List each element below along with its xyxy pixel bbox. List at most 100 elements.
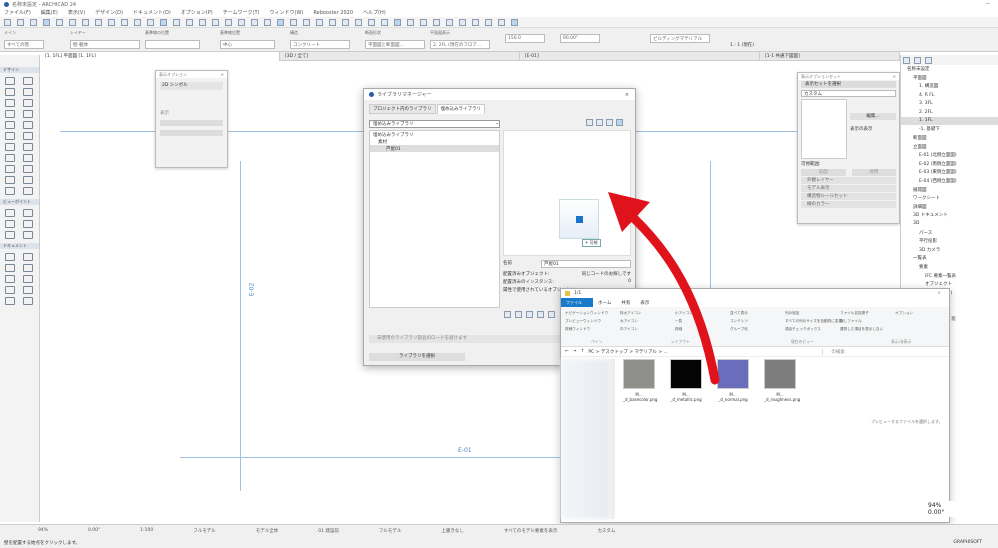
infobox-control[interactable]: 2. 2FL (現在のフロア…	[430, 40, 490, 49]
navigator-item[interactable]: 断面図	[901, 134, 998, 143]
close-icon[interactable]: ×	[625, 92, 629, 98]
tab-embedded-library[interactable]: 埋め込みライブラリ	[436, 104, 485, 114]
tool-icon[interactable]	[23, 297, 33, 305]
navigator-item[interactable]: IFC 要素一覧表	[901, 271, 998, 280]
navigator-item[interactable]: E-04 (西側立面図)	[901, 177, 998, 186]
elevation-marker[interactable]: E-01	[458, 447, 472, 454]
status-item[interactable]: 上書きなし	[441, 528, 464, 534]
tool-icon[interactable]	[5, 110, 15, 118]
toolbar-button-icon[interactable]	[511, 18, 518, 26]
tool-icon[interactable]	[23, 187, 33, 195]
menu-item[interactable]: 表示(V)	[68, 9, 85, 16]
menu-item[interactable]: ドキュメント(O)	[133, 9, 171, 16]
navigator-item[interactable]: 平行投影	[901, 237, 998, 246]
set-dropdown[interactable]: カスタム	[801, 90, 896, 97]
toolbar-button-icon[interactable]	[498, 18, 505, 26]
navigator-item[interactable]: E-01 (北側立面図)	[901, 151, 998, 160]
tool-icon[interactable]	[23, 253, 33, 261]
section-header[interactable]: 表示セットを選択	[801, 81, 896, 88]
tool-icon[interactable]	[5, 297, 15, 305]
tool-icon[interactable]	[23, 143, 33, 151]
toolbar-button-icon[interactable]	[251, 18, 258, 26]
toolbar-button-icon[interactable]	[173, 18, 180, 26]
ribbon-item[interactable]: 並べて表示	[730, 311, 748, 316]
toolbar-button-icon[interactable]	[30, 18, 37, 26]
status-item[interactable]: 1:100	[140, 528, 153, 534]
toolbar-button-icon[interactable]	[238, 18, 245, 26]
toolbar-button-icon[interactable]	[225, 18, 232, 26]
toolbar-button-icon[interactable]	[4, 18, 11, 26]
tool-icon[interactable]	[23, 77, 33, 85]
toolbar-button-icon[interactable]	[43, 18, 50, 26]
toolbox-section-design[interactable]: デザイン	[0, 67, 39, 73]
icon-view-icon[interactable]	[616, 119, 623, 126]
toolbar-button-icon[interactable]	[121, 18, 128, 26]
toolbar-button-icon[interactable]	[186, 18, 193, 26]
infobox-control[interactable]: 中心	[220, 40, 275, 49]
toolbar-button-icon[interactable]	[394, 18, 401, 26]
collapsible-row[interactable]: 構造物ルールセット	[801, 193, 896, 200]
close-icon[interactable]: ×	[937, 291, 941, 296]
tool-icon[interactable]	[5, 187, 15, 195]
ribbon-item[interactable]: オプション	[895, 311, 913, 316]
navigator-item[interactable]: 平面図	[901, 74, 998, 83]
tool-icon[interactable]	[5, 99, 15, 107]
tool-icon[interactable]	[5, 253, 15, 261]
rename-icon[interactable]	[537, 311, 544, 318]
menu-item[interactable]: チームワーク(T)	[223, 9, 260, 16]
tool-icon[interactable]	[23, 99, 33, 107]
tool-icon[interactable]	[5, 77, 15, 85]
tool-icon[interactable]	[5, 121, 15, 129]
status-item[interactable]: すべてのモデル要素を表示	[504, 528, 558, 534]
tab-elevation[interactable]: [E-01]	[520, 51, 760, 61]
list-view-icon[interactable]	[596, 119, 603, 126]
arrow-tool[interactable]	[0, 55, 39, 65]
infobox-control[interactable]: 壁-躯体	[70, 40, 140, 49]
layout-book-icon[interactable]	[925, 57, 932, 64]
view-map-icon[interactable]	[914, 57, 921, 64]
tab-project-libraries[interactable]: プロジェクト内のライブラリ	[369, 104, 436, 114]
tool-icon[interactable]	[23, 121, 33, 129]
tab-floor-plan[interactable]: [1. 1FL] 平面図 [1. 1FL]	[40, 51, 280, 61]
infobox-control[interactable]: 90.00°	[560, 34, 600, 43]
navigator-item[interactable]: 一覧表	[901, 254, 998, 263]
tool-icon[interactable]	[5, 231, 15, 239]
tool-icon[interactable]	[23, 275, 33, 283]
ribbon-item[interactable]: 隠しファイル	[840, 319, 862, 324]
navigator-item[interactable]: E-02 (南側立面図)	[901, 160, 998, 169]
minimize-icon[interactable]: —	[985, 1, 990, 7]
tool-icon[interactable]	[23, 132, 33, 140]
tool-icon[interactable]	[5, 165, 15, 173]
navigator-item[interactable]: 展開図	[901, 185, 998, 194]
toolbar-button-icon[interactable]	[368, 18, 375, 26]
toolbox-section-viewpoint[interactable]: ビューポイント	[0, 199, 39, 205]
edit-button[interactable]: 編集...	[850, 113, 896, 120]
toolbox-section-document[interactable]: ドキュメント	[0, 243, 39, 249]
export-icon[interactable]	[515, 311, 522, 318]
project-map-icon[interactable]	[903, 57, 910, 64]
close-icon[interactable]: ×	[893, 74, 896, 79]
toolbar-button-icon[interactable]	[160, 18, 167, 26]
menu-item[interactable]: ウィンドウ(W)	[270, 9, 304, 16]
ribbon-item[interactable]: 詳細ウィンドウ	[565, 327, 590, 332]
ribbon-item[interactable]: 項目チェックボックス	[785, 327, 821, 332]
front-button[interactable]: 前面	[801, 169, 846, 176]
tool-icon[interactable]	[23, 110, 33, 118]
toolbar-button-icon[interactable]	[95, 18, 102, 26]
navigator-item[interactable]: 3D ドキュメント	[901, 211, 998, 220]
elevation-marker-2[interactable]: E-02	[248, 283, 255, 297]
toolbar-button-icon[interactable]	[381, 18, 388, 26]
tool-icon[interactable]	[5, 154, 15, 162]
tool-icon[interactable]	[23, 209, 33, 217]
toolbar-button-icon[interactable]	[355, 18, 362, 26]
tool-icon[interactable]	[5, 132, 15, 140]
ribbon-item[interactable]: すべての列のサイズを自動的に変更	[785, 319, 842, 324]
toolbar-button-icon[interactable]	[17, 18, 24, 26]
tool-icon[interactable]	[5, 209, 15, 217]
navigator-item[interactable]: 詳細図	[901, 203, 998, 212]
toolbar-button-icon[interactable]	[290, 18, 297, 26]
tree-item[interactable]: 素材	[370, 138, 499, 145]
collapsible-row[interactable]: モデル表示	[801, 185, 896, 192]
infobox-control[interactable]: 平面図と断面図...	[365, 40, 425, 49]
toolbar-button-icon[interactable]	[108, 18, 115, 26]
